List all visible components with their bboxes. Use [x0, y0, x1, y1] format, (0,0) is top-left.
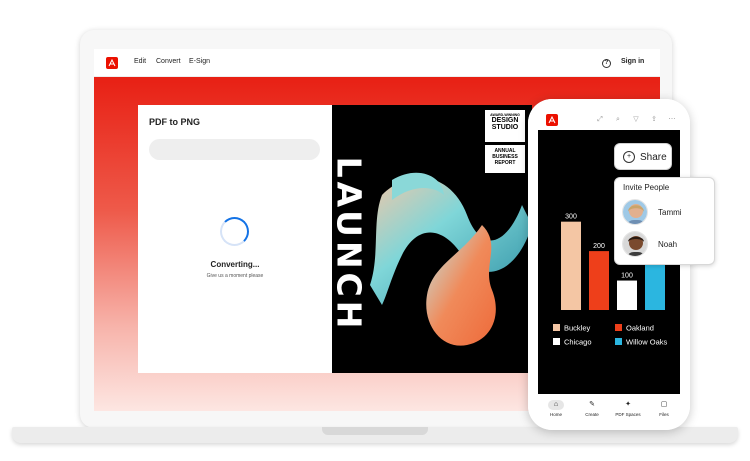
- filter-icon[interactable]: ▽: [632, 116, 640, 124]
- poster-preview: LAUNCH AWARD-WINNING DESIGN STUDIO ANNUA…: [332, 105, 532, 373]
- phone-tabbar: ⌂ Home ✎ Create ✦ PDF Spaces ▢ Files: [528, 396, 690, 430]
- invite-title: Invite People: [623, 183, 670, 192]
- files-icon: ▢: [660, 401, 668, 408]
- bar-buckley: [561, 221, 581, 310]
- legend-swatch: [615, 324, 622, 331]
- nav-edit[interactable]: Edit: [134, 58, 146, 65]
- share-out-icon[interactable]: ⇪: [650, 116, 658, 124]
- spaces-icon: ✦: [625, 401, 631, 408]
- tab-create[interactable]: ✎ Create: [574, 400, 610, 417]
- share-button[interactable]: + Share: [614, 143, 672, 170]
- card-title: PDF to PNG: [149, 117, 200, 127]
- help-icon[interactable]: ?: [602, 59, 611, 68]
- bar-chicago: [617, 280, 637, 310]
- acrobat-logo-icon[interactable]: [106, 57, 118, 69]
- bar-oakland: [589, 251, 609, 310]
- nav-convert[interactable]: Convert: [156, 58, 181, 65]
- expand-icon[interactable]: ⤢: [596, 116, 604, 124]
- person-name: Tammi: [658, 208, 682, 217]
- invite-people-panel: Invite People Tammi Noah: [614, 177, 715, 265]
- legend-swatch: [553, 324, 560, 331]
- legend-swatch: [615, 338, 622, 345]
- file-progress-bar: [149, 139, 320, 160]
- avatar: [622, 231, 648, 257]
- acrobat-logo-icon[interactable]: [546, 114, 558, 126]
- invite-person-noah[interactable]: Noah: [622, 231, 712, 259]
- legend-label: Chicago: [564, 338, 592, 347]
- tab-pdf-spaces[interactable]: ✦ PDF Spaces: [610, 400, 646, 417]
- create-icon: ✎: [589, 401, 595, 408]
- data-label: 200: [593, 243, 605, 250]
- invite-person-tammi[interactable]: Tammi: [622, 199, 712, 227]
- home-icon: ⌂: [548, 400, 564, 410]
- tab-files[interactable]: ▢ Files: [646, 400, 682, 417]
- app-topbar: Edit Convert E-Sign ? Sign in: [94, 49, 660, 77]
- legend-swatch: [553, 338, 560, 345]
- data-label: 100: [621, 273, 633, 280]
- phone-toolbar: ⤢ ⌕ ▽ ⇪ ⋯: [528, 99, 690, 127]
- converting-substatus: Give us a moment please: [206, 273, 264, 279]
- legend-label: Willow Oaks: [626, 338, 668, 347]
- nav-esign[interactable]: E-Sign: [189, 58, 210, 65]
- share-person-icon: +: [623, 151, 635, 163]
- sign-in-button[interactable]: Sign in: [621, 58, 644, 65]
- poster-badge-annual-report: ANNUAL BUSINESS REPORT: [485, 145, 525, 173]
- search-icon[interactable]: ⌕: [614, 116, 622, 124]
- loading-spinner-icon: [220, 217, 249, 246]
- poster-launch-text: LAUNCH: [332, 156, 369, 333]
- laptop-notch: [322, 427, 428, 435]
- legend-label: Oakland: [626, 324, 654, 333]
- tab-home[interactable]: ⌂ Home: [538, 400, 574, 417]
- legend-label: Buckley: [564, 324, 591, 333]
- avatar: [622, 199, 648, 225]
- convert-card: PDF to PNG Converting... Give us a momen…: [138, 105, 332, 373]
- person-name: Noah: [658, 240, 678, 249]
- data-label: 300: [565, 214, 577, 221]
- more-icon[interactable]: ⋯: [668, 116, 676, 124]
- share-button-label: Share: [640, 152, 667, 163]
- converting-status: Converting...: [210, 260, 260, 269]
- poster-badge-design-studio: AWARD-WINNING DESIGN STUDIO: [485, 110, 525, 142]
